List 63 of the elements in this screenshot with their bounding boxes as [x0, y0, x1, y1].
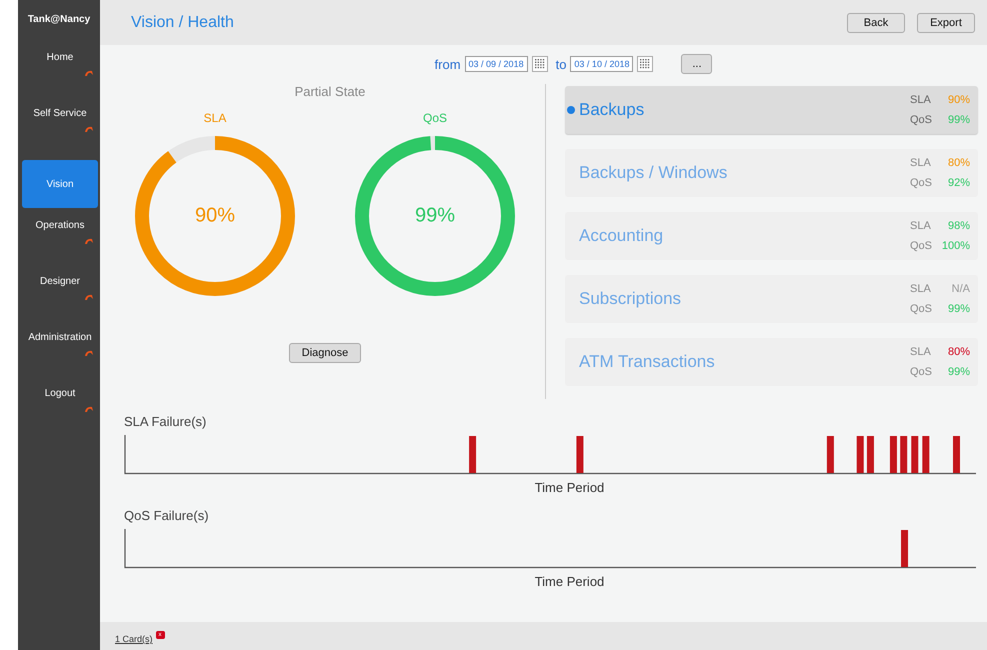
metric-label: SLA	[910, 346, 932, 358]
cards-link[interactable]: 1 Card(s)	[115, 634, 153, 644]
service-name: Backups / Windows	[579, 163, 728, 183]
header-button[interactable]: Export	[917, 12, 975, 32]
metric-value: 80%	[946, 346, 970, 358]
metric-label: SLA	[910, 157, 932, 169]
page-title: Vision / Health	[131, 14, 234, 32]
metric-label: SLA	[910, 94, 932, 106]
more-button[interactable]: ...	[681, 54, 712, 74]
curved-arrow-icon	[84, 69, 94, 77]
header-button[interactable]: Back	[847, 12, 905, 32]
metric-value: 98%	[946, 220, 970, 232]
metric-value: 99%	[946, 366, 970, 378]
nav-item[interactable]: Vision	[22, 160, 98, 208]
gauge-label: SLA	[204, 111, 226, 125]
metric-label: QoS	[910, 114, 932, 126]
metric-label: QoS	[910, 177, 932, 189]
metric-label: SLA	[910, 220, 932, 232]
service-name: ATM Transactions	[579, 352, 716, 372]
metric-value: N/A	[950, 283, 970, 295]
metric-label: SLA	[910, 283, 932, 295]
curved-arrow-icon	[84, 293, 94, 301]
selected-dot-icon	[567, 106, 575, 114]
curved-arrow-icon	[84, 237, 94, 245]
gauge-reading: 90%	[194, 204, 236, 228]
metric-value: 99%	[946, 114, 970, 126]
date-field[interactable]: 03 / 10 / 2018	[570, 56, 634, 72]
nav-item[interactable]: Logout	[22, 380, 98, 436]
service-name: Accounting	[579, 226, 664, 246]
calendar-icon[interactable]	[532, 56, 548, 72]
calendar-icon[interactable]	[637, 56, 654, 72]
service-card[interactable]: ATM Transactions SLA 80% QoS 99%	[565, 338, 978, 386]
metric-label: QoS	[910, 366, 932, 378]
service-name: Backups	[579, 100, 646, 120]
curved-arrow-icon	[84, 125, 94, 133]
gauge-label: QoS	[422, 111, 447, 125]
metric-label: QoS	[910, 303, 932, 315]
gauge-reading: 99%	[414, 204, 456, 228]
metric-label: QoS	[910, 240, 932, 252]
axis-label: Time Period	[534, 574, 604, 589]
diagnose-button[interactable]: Diagnose	[289, 343, 361, 363]
curved-arrow-icon	[84, 405, 94, 413]
axis-label: Time Period	[534, 480, 604, 495]
curved-arrow-icon	[84, 349, 94, 357]
metric-value: 90%	[946, 94, 970, 106]
metric-value: 99%	[946, 303, 970, 315]
service-card[interactable]: Backups SLA 90% QoS 99%	[565, 86, 978, 134]
date-field[interactable]: 03 / 09 / 2018	[464, 56, 528, 72]
chart-title: QoS Failure(s)	[124, 508, 210, 523]
metric-value: 92%	[946, 177, 970, 189]
service-name: Subscriptions	[579, 289, 682, 309]
metric-value: 80%	[946, 157, 970, 169]
nav-item[interactable]: Designer	[22, 268, 98, 324]
to-label: to	[556, 56, 566, 72]
chart-title: SLA Failure(s)	[124, 414, 208, 429]
from-label: from	[434, 56, 461, 72]
metric-value: 100%	[940, 240, 970, 252]
nav-item[interactable]: Operations	[22, 212, 98, 268]
nav-item[interactable]: Self Service	[22, 100, 98, 156]
brand-name: Tank@Nancy	[26, 13, 92, 27]
nav-item[interactable]: Home	[22, 44, 98, 100]
nav-item[interactable]: Administration	[22, 324, 98, 380]
panel-title: Partial State	[294, 84, 366, 99]
